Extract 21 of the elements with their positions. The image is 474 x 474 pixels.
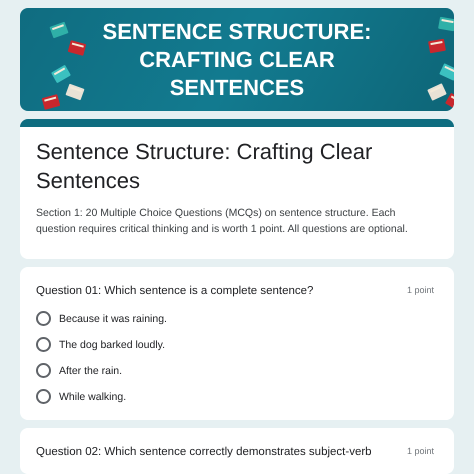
book-icon — [66, 38, 88, 58]
book-icon — [48, 19, 70, 41]
banner-title: SENTENCE STRUCTURE: CRAFTING CLEAR SENTENCES — [102, 18, 372, 102]
option-label[interactable]: After the rain. — [59, 364, 122, 376]
option-label[interactable]: The dog barked loudly. — [59, 338, 166, 350]
radio-button[interactable] — [36, 363, 51, 378]
points-label: 1 point — [406, 446, 434, 456]
book-icon — [437, 60, 454, 84]
form-title: Sentence Structure: Crafting Clear Sentences — [36, 138, 374, 195]
points-label: 1 point — [406, 285, 434, 295]
radio-button[interactable] — [36, 389, 51, 404]
radio-button[interactable] — [36, 311, 51, 326]
book-icon — [436, 14, 454, 34]
option-label[interactable]: Because it was raining. — [59, 312, 167, 324]
option-label[interactable]: While walking. — [59, 390, 126, 402]
book-icon — [40, 92, 62, 111]
radio-button[interactable] — [36, 337, 51, 352]
book-icon — [64, 81, 86, 103]
question-text: Question 02: Which sentence correctly demonstrates subject-verb — [36, 446, 372, 458]
form-description: Section 1: 20 Multiple Choice Questions (MCQs) on sentence structure. Each question requires critical thinking and is worth 1 point. All questions are optional. — [36, 206, 409, 237]
question-text: Question 01: Which sentence is a complete sentence? — [36, 285, 314, 297]
